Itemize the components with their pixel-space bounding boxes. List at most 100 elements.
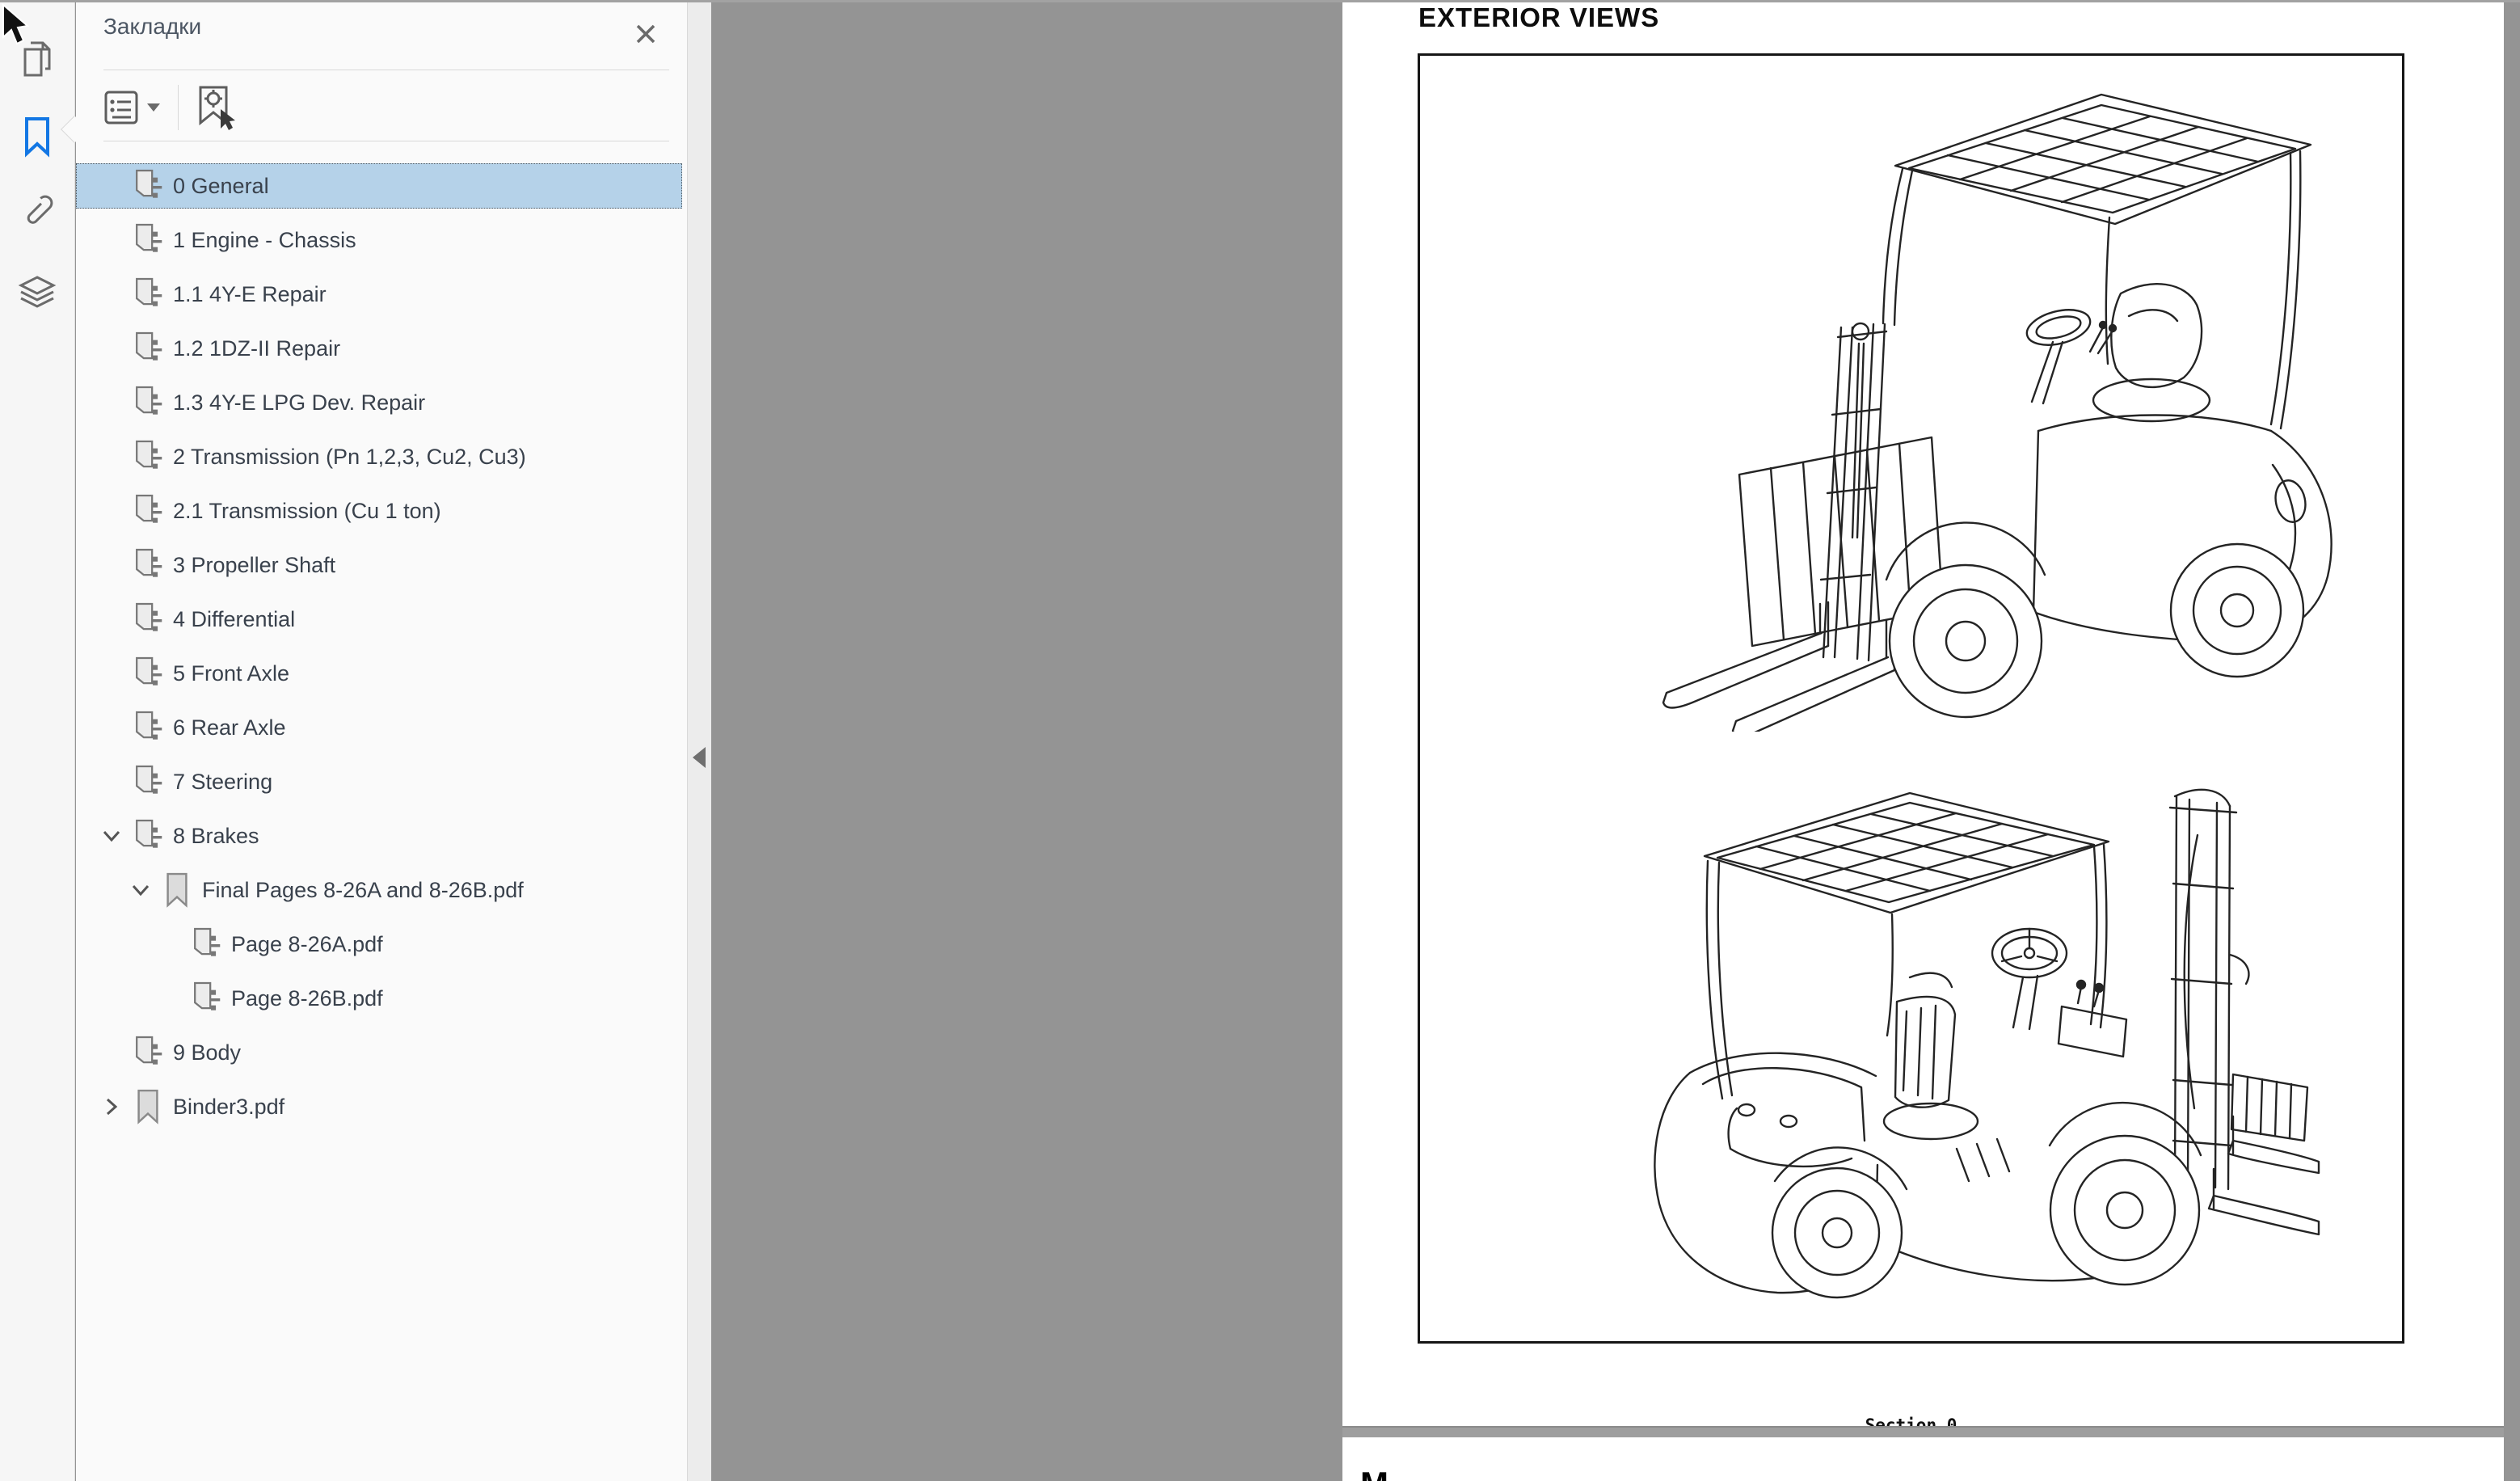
page-bookmark-icon-slot xyxy=(133,708,163,747)
close-icon xyxy=(634,23,657,45)
layers-icon xyxy=(18,274,57,316)
bookmark-options-button[interactable] xyxy=(103,88,160,127)
mouse-cursor xyxy=(2,3,34,49)
toolbar-separator xyxy=(178,85,179,130)
page-bookmark-icon-slot xyxy=(133,492,163,530)
page-bookmark-icon xyxy=(133,437,163,476)
flag-bookmark-icon xyxy=(162,871,192,909)
forklift-rear-quarter-view xyxy=(1609,761,2320,1319)
page-bookmark-icon-slot xyxy=(191,979,221,1018)
page-separator xyxy=(1342,1426,2504,1437)
bookmarks-panel: Закладки xyxy=(76,2,687,1481)
chevron-down-icon[interactable] xyxy=(131,883,150,897)
page-bookmark-icon xyxy=(133,816,163,855)
bookmark-row[interactable]: 7 Steering xyxy=(76,759,682,804)
bookmark-chevron-spacer xyxy=(154,922,186,967)
bookmark-chevron-spacer xyxy=(95,759,128,804)
page-bookmark-icon xyxy=(133,167,163,205)
bookmark-chevron-spacer xyxy=(154,976,186,1021)
page-bookmark-icon-slot xyxy=(133,546,163,584)
page-bookmark-icon xyxy=(133,600,163,639)
page-bookmark-icon-slot xyxy=(133,167,163,205)
bookmark-row[interactable]: 0 General xyxy=(76,163,682,209)
page-bookmark-icon-slot xyxy=(133,221,163,259)
collapse-panel-arrow-icon[interactable] xyxy=(693,747,706,768)
bookmark-expand-toggle[interactable] xyxy=(124,867,157,913)
chevron-down-icon xyxy=(147,103,160,112)
bookmark-label: 8 Brakes xyxy=(173,824,259,849)
page-bookmark-icon xyxy=(133,329,163,368)
bookmark-row[interactable]: Page 8-26B.pdf xyxy=(76,976,682,1021)
bookmark-list: 0 General 1 Engine - Chassis 1.1 4Y-E Repa… xyxy=(76,163,687,1138)
bookmarks-panel-button[interactable] xyxy=(0,108,74,166)
bookmark-row[interactable]: Final Pages 8-26A and 8-26B.pdf xyxy=(76,867,682,913)
page-bookmark-icon xyxy=(191,979,221,1018)
bookmark-chevron-spacer xyxy=(95,1030,128,1075)
bookmark-row[interactable]: 1.1 4Y-E Repair xyxy=(76,272,682,317)
bookmark-row[interactable]: 2.1 Transmission (Cu 1 ton) xyxy=(76,488,682,534)
page-bookmark-icon xyxy=(191,925,221,964)
bookmark-label: 4 Differential xyxy=(173,607,295,632)
bookmark-label: 2.1 Transmission (Cu 1 ton) xyxy=(173,499,441,524)
panel-title: Закладки xyxy=(103,14,201,40)
bookmark-label: 1 Engine - Chassis xyxy=(173,228,356,253)
bookmark-chevron-spacer xyxy=(95,651,128,696)
bookmark-row[interactable]: 9 Body xyxy=(76,1030,682,1075)
pdf-page-2: M xyxy=(1342,1437,2504,1481)
attachments-panel-button[interactable] xyxy=(0,182,74,240)
bookmark-row[interactable]: 1.3 4Y-E LPG Dev. Repair xyxy=(76,380,682,425)
page-bookmark-icon-slot xyxy=(133,654,163,693)
bookmark-expand-toggle[interactable] xyxy=(95,813,128,859)
flag-bookmark-icon-slot xyxy=(162,871,192,909)
bookmark-label: Final Pages 8-26A and 8-26B.pdf xyxy=(202,878,524,903)
bookmark-options-icon xyxy=(103,88,139,127)
bookmark-row[interactable]: 8 Brakes xyxy=(76,813,682,859)
close-panel-button[interactable] xyxy=(632,20,659,48)
bookmark-row[interactable]: 4 Differential xyxy=(76,597,682,642)
bookmark-chevron-spacer xyxy=(95,488,128,534)
page-bookmark-icon xyxy=(133,383,163,422)
panel-splitter[interactable] xyxy=(687,2,711,1481)
page-bookmark-icon xyxy=(133,762,163,801)
bookmark-label: 9 Body xyxy=(173,1040,241,1065)
expand-current-bookmark-icon xyxy=(196,85,237,130)
page-bookmark-icon-slot xyxy=(133,437,163,476)
bookmark-row[interactable]: 3 Propeller Shaft xyxy=(76,542,682,588)
page-heading: EXTERIOR VIEWS xyxy=(1418,2,1659,33)
bookmark-row[interactable]: Binder3.pdf xyxy=(76,1084,682,1129)
flag-bookmark-icon-slot xyxy=(133,1087,163,1126)
bookmark-row[interactable]: Page 8-26A.pdf xyxy=(76,922,682,967)
bookmark-row[interactable]: 1 Engine - Chassis xyxy=(76,217,682,263)
bookmark-row[interactable]: 2 Transmission (Pn 1,2,3, Cu2, Cu3) xyxy=(76,434,682,479)
bookmark-chevron-spacer xyxy=(95,434,128,479)
paperclip-icon xyxy=(17,190,57,232)
page-bookmark-icon-slot xyxy=(133,762,163,801)
bookmark-chevron-spacer xyxy=(95,163,128,209)
page-bookmark-icon xyxy=(133,492,163,530)
bookmark-icon xyxy=(20,116,54,158)
pdf-page-1: EXTERIOR VIEWS xyxy=(1342,2,2504,1426)
chevron-right-icon[interactable] xyxy=(104,1097,119,1116)
bookmark-chevron-spacer xyxy=(95,542,128,588)
bookmark-chevron-spacer xyxy=(95,272,128,317)
bookmark-label: 1.1 4Y-E Repair xyxy=(173,282,327,307)
bookmark-row[interactable]: 6 Rear Axle xyxy=(76,705,682,750)
bookmark-label: 1.2 1DZ-II Repair xyxy=(173,336,340,361)
page-bookmark-icon-slot xyxy=(133,329,163,368)
expand-current-bookmark-button[interactable] xyxy=(196,85,237,130)
bookmark-label: 6 Rear Axle xyxy=(173,715,286,740)
bookmark-row[interactable]: 1.2 1DZ-II Repair xyxy=(76,326,682,371)
layers-panel-button[interactable] xyxy=(0,266,74,324)
flag-bookmark-icon xyxy=(133,1087,163,1126)
bookmark-label: 0 General xyxy=(173,174,269,199)
page-bookmark-icon xyxy=(133,654,163,693)
bookmark-label: Binder3.pdf xyxy=(173,1095,284,1120)
bookmark-row[interactable]: 5 Front Axle xyxy=(76,651,682,696)
bookmark-expand-toggle[interactable] xyxy=(95,1084,128,1129)
forklift-front-quarter-view xyxy=(1586,85,2354,732)
page-bookmark-icon xyxy=(133,275,163,314)
bookmark-label: 1.3 4Y-E LPG Dev. Repair xyxy=(173,390,425,416)
page-bookmark-icon-slot xyxy=(133,275,163,314)
chevron-down-icon[interactable] xyxy=(102,829,121,843)
page2-partial-heading: M xyxy=(1360,1465,1389,1481)
